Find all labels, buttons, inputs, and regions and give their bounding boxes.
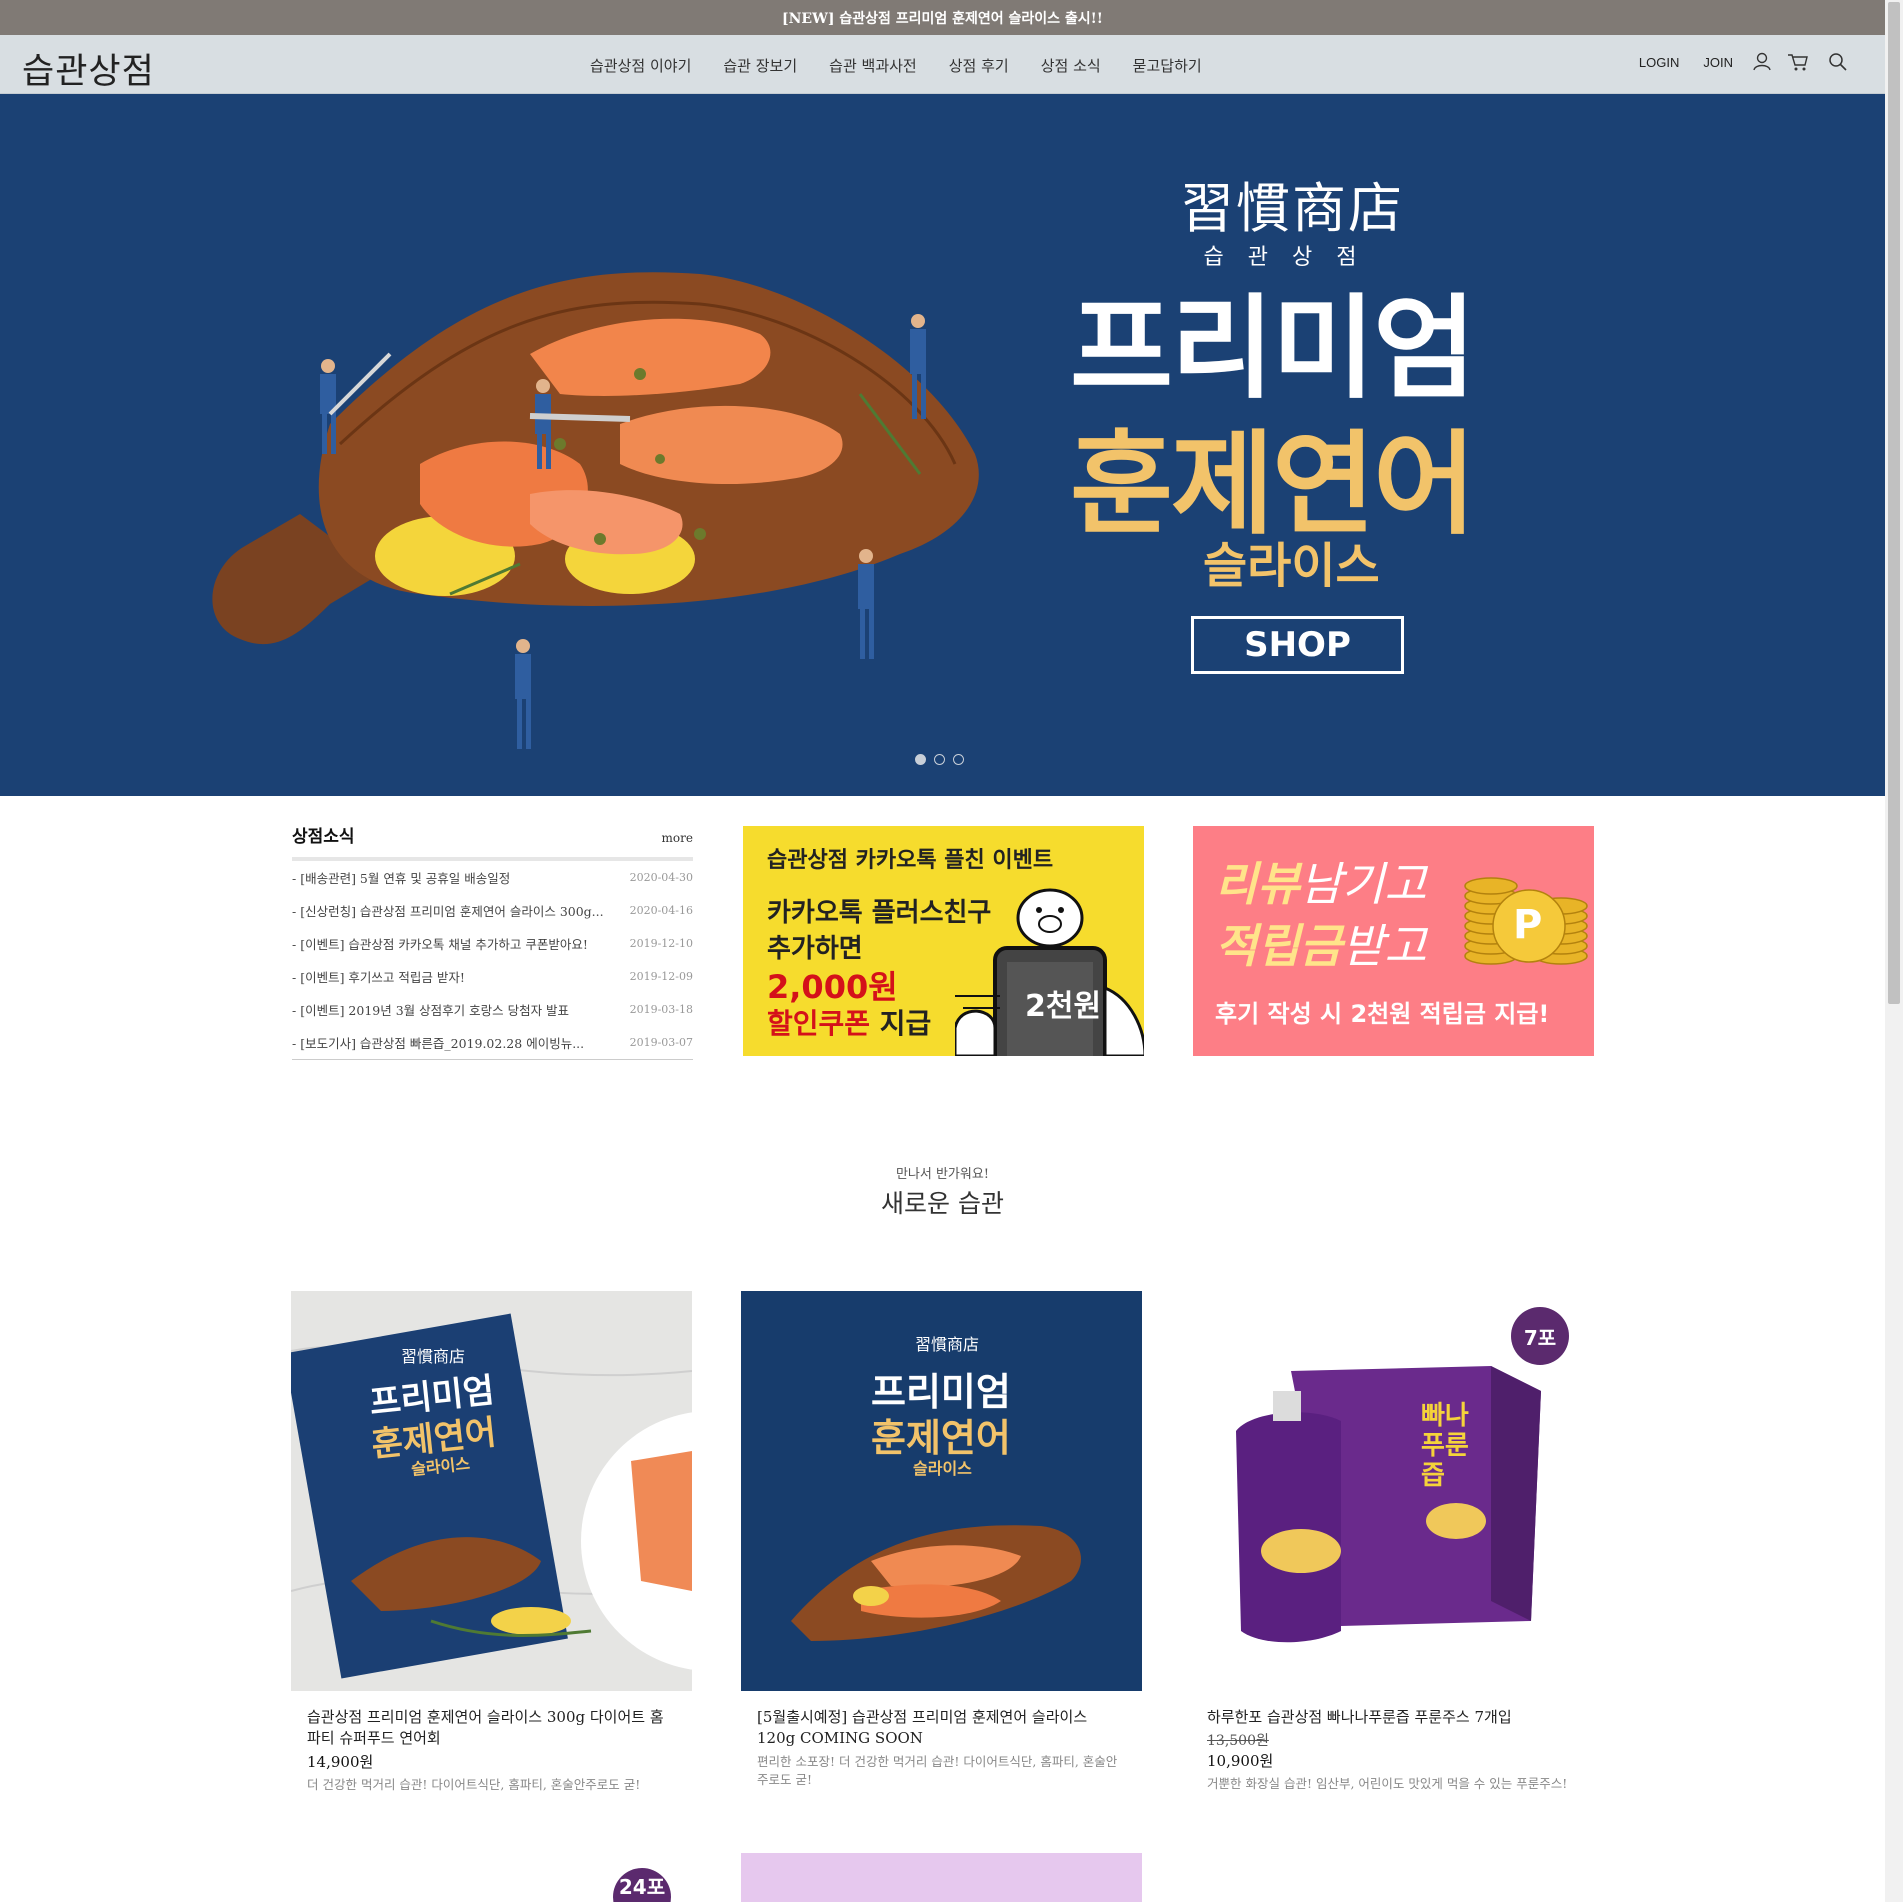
hero-slider[interactable]: 習慣商店 습관상점 프리미엄 훈제연어 슬라이스 SHOP — [0, 94, 1885, 796]
review-banner-sub: 후기 작성 시 2천원 적립금 지급! — [1215, 1000, 1550, 1028]
site-logo[interactable]: 습관상점 — [22, 43, 155, 94]
product-image[interactable]: 習慣商店 프리미엄 훈제연어 슬라이스 — [291, 1291, 692, 1691]
product-price: 14,900원 — [307, 1753, 374, 1771]
nav-item-shop[interactable]: 습관 장보기 — [723, 55, 797, 76]
nav-item-news[interactable]: 상점 소식 — [1041, 55, 1101, 76]
next-product-image[interactable] — [741, 1853, 1142, 1902]
news-item-text[interactable]: - [배송관련] 5월 연휴 및 공휴일 배송일정 — [292, 868, 510, 887]
news-item-text[interactable]: - [이벤트] 2019년 3월 상점후기 호랑스 당첨자 발표 — [292, 1000, 569, 1019]
product-box-text: 빠나 푸룬즙 — [1421, 1401, 1469, 1491]
store-news-more-link[interactable]: more — [662, 831, 693, 845]
kakao-banner-coupon: 할인쿠폰 — [767, 1007, 871, 1040]
main-nav: 습관상점 이야기 습관 장보기 습관 백과사전 상점 후기 상점 소식 묻고답하… — [590, 55, 1234, 76]
hero-salmon-board-image — [212, 272, 979, 749]
store-news-header: 상점소식 more — [292, 822, 693, 861]
slider-dot-2[interactable] — [934, 754, 945, 765]
section-title: 새로운 습관 — [881, 1189, 1004, 1218]
kakao-banner-title: 습관상점 카카오톡 플친 이벤트 — [767, 848, 1054, 873]
kakao-phone-text: 2천원 — [1025, 989, 1102, 1024]
slider-dot-3[interactable] — [953, 754, 964, 765]
news-item-date: 2019-12-10 — [629, 937, 693, 950]
news-item-date: 2020-04-16 — [629, 904, 693, 917]
news-item-date: 2019-03-07 — [629, 1036, 693, 1049]
site-header: 습관상점 습관상점 이야기 습관 장보기 습관 백과사전 상점 후기 상점 소식… — [0, 35, 1885, 94]
product-package-title2: 훈제연어 — [871, 1416, 1011, 1460]
kakao-event-banner[interactable]: 습관상점 카카오톡 플친 이벤트 카카오톡 플러스친구 추가하면 2,000원 … — [743, 826, 1144, 1056]
product-count-badge: 7포 — [1511, 1307, 1569, 1365]
slider-dot-1[interactable] — [915, 754, 926, 765]
header-utilities: LOGIN JOIN — [1615, 51, 1849, 73]
news-item-date: 2019-03-18 — [629, 1003, 693, 1016]
list-item[interactable]: - [보도기사] 습관상점 빠른즙_2019.02.28 에이빙뉴... 2019… — [292, 1026, 693, 1059]
product-package-brand: 習慣商店 — [401, 1347, 466, 1366]
store-news-panel: 상점소식 more - [배송관련] 5월 연휴 및 공휴일 배송일정 2020-… — [292, 822, 693, 1060]
product-card[interactable]: 習慣商店 프리미엄 훈제연어 슬라이스 습관상점 프리미엄 훈제연어 슬라이스 … — [291, 1291, 692, 1794]
news-item-text[interactable]: - [신상런칭] 습관상점 프리미엄 훈제연어 슬라이스 300g... — [292, 901, 604, 920]
review-banner-word1: 리뷰 — [1215, 857, 1300, 911]
search-icon[interactable] — [1827, 51, 1849, 73]
hero-brand-hanja: 習慣商店 — [1180, 177, 1404, 240]
product-description: 거뿐한 화장실 습관! 임산부, 어린이도 맛있게 먹을 수 있는 푸룬주스! — [1207, 1776, 1568, 1791]
hero-title-slice: 슬라이스 — [1203, 538, 1380, 594]
hero-brand: 習慣商店 습관상점 — [1180, 164, 1404, 271]
news-item-text[interactable]: - [보도기사] 습관상점 빠른즙_2019.02.28 에이빙뉴... — [292, 1033, 584, 1052]
product-card[interactable]: 習慣商店 프리미엄 훈제연어 슬라이스 [5월출시예정] 습관상점 프리미엄 훈… — [741, 1291, 1142, 1789]
nav-item-dictionary[interactable]: 습관 백과사전 — [829, 55, 917, 76]
product-price: 10,900원 — [1207, 1752, 1274, 1770]
news-item-date: 2019-12-09 — [629, 970, 693, 983]
announcement-bar[interactable]: [NEW] 습관상점 프리미엄 훈제연어 슬라이스 출시!! — [0, 0, 1885, 35]
list-item[interactable]: - [이벤트] 후기쓰고 적립금 받자! 2019-12-09 — [292, 960, 693, 993]
product-name[interactable]: [5월출시예정] 습관상점 프리미엄 훈제연어 슬라이스 120g COMING… — [757, 1707, 1126, 1749]
product-description: 더 건강한 먹거리 습관! 다이어트식단, 홈파티, 혼술안주로도 굳! — [307, 1777, 641, 1792]
nav-item-qna[interactable]: 묻고답하기 — [1133, 55, 1202, 76]
news-item-date: 2020-04-30 — [629, 871, 693, 884]
product-card[interactable]: 빠나 푸룬즙 7포 하루한포 습관상점 빠나나푸룬즙 푸룬주스 7개입 13,5… — [1191, 1291, 1592, 1793]
product-description: 편리한 소포장! 더 건강한 먹거리 습관! 다이어트식단, 홈파티, 혼술안주… — [757, 1754, 1118, 1787]
list-item[interactable]: - [신상런칭] 습관상점 프리미엄 훈제연어 슬라이스 300g... 2020… — [292, 894, 693, 927]
join-link[interactable]: JOIN — [1703, 55, 1733, 70]
news-item-text[interactable]: - [이벤트] 후기쓰고 적립금 받자! — [292, 967, 465, 986]
page-scrollbar[interactable] — [1885, 0, 1903, 1902]
list-item[interactable]: - [배송관련] 5월 연휴 및 공휴일 배송일정 2020-04-30 — [292, 861, 693, 894]
product-image[interactable]: 習慣商店 프리미엄 훈제연어 슬라이스 — [741, 1291, 1142, 1691]
review-banner-word1b: 남기고 — [1299, 857, 1427, 911]
list-item[interactable]: - [이벤트] 습관상점 카카오톡 채널 추가하고 쿠폰받아요! 2019-12-… — [292, 927, 693, 960]
product-package-brand: 習慣商店 — [915, 1335, 980, 1354]
nav-item-reviews[interactable]: 상점 후기 — [949, 55, 1009, 76]
kakao-banner-line2: 추가하면 — [767, 934, 863, 964]
review-banner-word2: 적립금 — [1215, 919, 1342, 973]
announcement-text[interactable]: [NEW] 습관상점 프리미엄 훈제연어 슬라이스 출시!! — [782, 8, 1103, 28]
product-image[interactable]: 빠나 푸룬즙 7포 — [1191, 1291, 1592, 1691]
review-event-banner[interactable]: 리뷰남기고 적립금받고 후기 작성 시 2천원 적립금 지급! P — [1193, 826, 1594, 1056]
product-original-price: 13,500원 — [1207, 1733, 1269, 1749]
user-icon[interactable] — [1751, 51, 1773, 73]
kakao-banner-give: 지급 — [879, 1007, 932, 1040]
store-news-divider — [292, 1059, 693, 1060]
product-name[interactable]: 하루한포 습관상점 빠나나푸룬즙 푸룬주스 7개입 — [1207, 1707, 1576, 1728]
cart-icon[interactable] — [1787, 51, 1809, 73]
news-item-text[interactable]: - [이벤트] 습관상점 카카오톡 채널 추가하고 쿠폰받아요! — [292, 934, 588, 953]
review-banner-word2b: 받고 — [1341, 919, 1427, 973]
list-item[interactable]: - [이벤트] 2019년 3월 상점후기 호랑스 당첨자 발표 2019-03-… — [292, 993, 693, 1026]
product-photo — [291, 1313, 692, 1679]
product-package-title3: 슬라이스 — [913, 1459, 972, 1478]
next-product-count-badge: 24포 — [613, 1868, 671, 1902]
nav-item-story[interactable]: 습관상점 이야기 — [590, 55, 691, 76]
store-news-title: 상점소식 — [292, 827, 355, 847]
login-link[interactable]: LOGIN — [1639, 55, 1679, 70]
section-subtitle: 만나서 반가워요! — [895, 1167, 990, 1182]
hero-shop-button[interactable]: SHOP — [1191, 616, 1404, 674]
kakao-phone-illustration — [955, 888, 1144, 1056]
scrollbar-thumb[interactable] — [1888, 2, 1900, 1004]
slider-dots — [915, 754, 964, 765]
product-name[interactable]: 습관상점 프리미엄 훈제연어 슬라이스 300g 다이어트 홈파티 슈퍼푸드 연… — [307, 1707, 676, 1749]
coin-point-icon: P — [1513, 902, 1543, 948]
